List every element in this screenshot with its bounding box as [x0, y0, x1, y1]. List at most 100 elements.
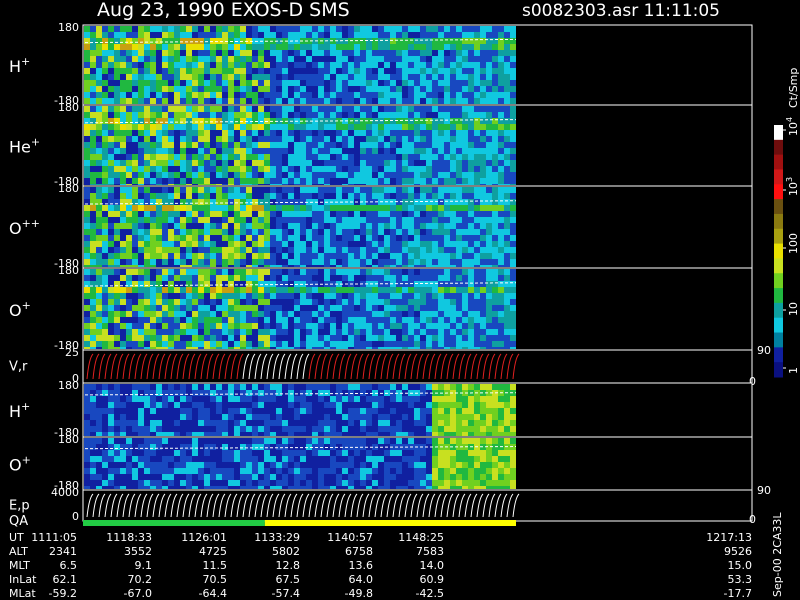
heatmap-cell — [456, 341, 462, 347]
heatmap-cell — [498, 106, 504, 112]
heatmap-cell — [258, 293, 264, 299]
heatmap-cell — [240, 106, 246, 112]
heatmap-cell — [120, 98, 126, 104]
heatmap-cell — [360, 74, 366, 80]
heatmap-cell — [228, 56, 234, 62]
heatmap-cell — [312, 293, 318, 299]
heatmap-cell — [288, 50, 294, 56]
heatmap-cell — [240, 329, 246, 335]
heatmap-cell — [282, 98, 288, 104]
heatmap-cell — [222, 414, 228, 420]
heatmap-cell — [258, 323, 264, 329]
heatmap-cell — [162, 384, 168, 390]
heatmap-cell — [390, 311, 396, 317]
heatmap-cell — [366, 299, 372, 305]
heatmap-cell — [312, 223, 318, 229]
heatmap-cell — [462, 178, 468, 184]
heatmap-cell — [450, 217, 456, 223]
heatmap-cell — [474, 317, 480, 323]
heatmap-cell — [486, 211, 492, 217]
heatmap-cell — [432, 160, 438, 166]
heatmap-cell — [228, 68, 234, 74]
heatmap-cell — [366, 402, 372, 408]
heatmap-cell — [96, 223, 102, 229]
heatmap-cell — [162, 193, 168, 199]
heatmap-cell — [150, 223, 156, 229]
heatmap-cell — [378, 426, 384, 432]
heatmap-cell — [462, 426, 468, 432]
heatmap-cell — [474, 396, 480, 402]
heatmap-cell — [348, 160, 354, 166]
heatmap-cell — [138, 26, 144, 32]
heatmap-cell — [180, 402, 186, 408]
heatmap-cell — [138, 390, 144, 396]
heatmap-cell — [234, 414, 240, 420]
heatmap-cell — [84, 193, 90, 199]
heatmap-cell — [480, 287, 486, 293]
heatmap-cell — [84, 235, 90, 241]
heatmap-cell — [120, 74, 126, 80]
heatmap-cell — [156, 269, 162, 275]
y-tick-top: 180 — [58, 182, 79, 195]
heatmap-cell — [372, 136, 378, 142]
heatmap-cell — [204, 32, 210, 38]
heatmap-cell — [384, 299, 390, 305]
heatmap-cell — [210, 444, 216, 450]
heatmap-cell — [282, 211, 288, 217]
heatmap-cell — [156, 98, 162, 104]
heatmap-cell — [198, 299, 204, 305]
heatmap-cell — [192, 98, 198, 104]
heatmap-cell — [234, 50, 240, 56]
heatmap-cell — [318, 62, 324, 68]
heatmap-cell — [102, 305, 108, 311]
heatmap-cell — [228, 235, 234, 241]
heatmap-cell — [294, 74, 300, 80]
heatmap-cell — [498, 56, 504, 62]
heatmap-cell — [366, 166, 372, 172]
heatmap-cell — [258, 247, 264, 253]
heatmap-cell — [414, 38, 420, 44]
heatmap-cell — [180, 259, 186, 265]
heatmap-cell — [294, 384, 300, 390]
heatmap-cell — [186, 347, 192, 349]
heatmap-cell — [468, 293, 474, 299]
heatmap-cell — [90, 323, 96, 329]
heatmap-cell — [96, 259, 102, 265]
heatmap-cell — [240, 26, 246, 32]
heatmap-cell — [204, 265, 210, 267]
heatmap-cell — [156, 259, 162, 265]
heatmap-cell — [102, 187, 108, 193]
heatmap-cell — [492, 426, 498, 432]
heatmap-cell — [294, 56, 300, 62]
heatmap-cell — [246, 172, 252, 178]
heatmap-cell — [138, 486, 144, 489]
heatmap-cell — [204, 68, 210, 74]
heatmap-cell — [438, 172, 444, 178]
heatmap-cell — [270, 269, 276, 275]
heatmap-cell — [168, 450, 174, 456]
heatmap-cell — [198, 259, 204, 265]
heatmap-cell — [102, 275, 108, 281]
heatmap-cell — [222, 38, 228, 44]
heatmap-cell — [474, 32, 480, 38]
heatmap-cell — [174, 299, 180, 305]
heatmap-cell — [342, 390, 348, 396]
heatmap-cell — [288, 420, 294, 426]
heatmap-cell — [270, 124, 276, 130]
heatmap-cell — [366, 223, 372, 229]
heatmap-cell — [138, 56, 144, 62]
heatmap-cell — [216, 118, 222, 124]
heatmap-cell — [102, 98, 108, 104]
heatmap-cell — [366, 329, 372, 335]
heatmap-cell — [468, 160, 474, 166]
heatmap-cell — [156, 142, 162, 148]
heatmap-cell — [396, 98, 402, 104]
heatmap-cell — [180, 187, 186, 193]
heatmap-cell — [336, 44, 342, 50]
heatmap-cell — [96, 299, 102, 305]
heatmap-cell — [186, 229, 192, 235]
heatmap-cell — [264, 205, 270, 211]
heatmap-cell — [186, 148, 192, 154]
heatmap-cell — [156, 402, 162, 408]
heatmap-cell — [480, 229, 486, 235]
